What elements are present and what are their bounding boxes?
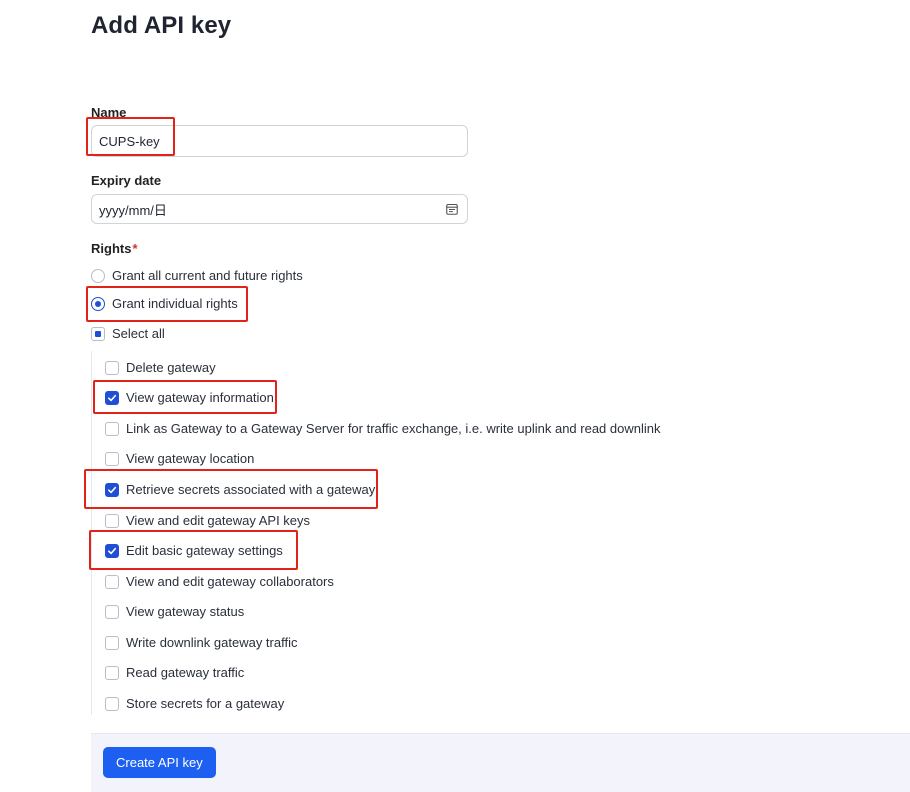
right-item[interactable]: View gateway status xyxy=(105,604,244,619)
create-api-key-button[interactable]: Create API key xyxy=(103,747,216,778)
add-api-key-page: Add API key Name Expiry date yyyy/mm/日 R… xyxy=(0,0,910,792)
right-checkbox[interactable] xyxy=(105,482,119,497)
right-label: Retrieve secrets associated with a gatew… xyxy=(126,482,376,497)
right-checkbox[interactable] xyxy=(105,360,119,375)
right-label: Read gateway traffic xyxy=(126,665,245,680)
right-label: Edit basic gateway settings xyxy=(126,543,283,558)
right-item[interactable]: View gateway information xyxy=(105,390,274,405)
right-item[interactable]: View gateway location xyxy=(105,451,254,466)
right-label: View gateway location xyxy=(126,451,255,466)
rights-label: Rights* xyxy=(91,241,138,256)
right-label: Link as Gateway to a Gateway Server for … xyxy=(126,421,661,436)
right-label: Store secrets for a gateway xyxy=(126,696,285,711)
right-checkbox[interactable] xyxy=(105,513,119,528)
expiry-date-label: Expiry date xyxy=(91,173,162,188)
select-all-label: Select all xyxy=(112,326,165,341)
check-icon xyxy=(108,547,117,554)
radio-label: Grant all current and future rights xyxy=(112,268,303,283)
right-item[interactable]: Read gateway traffic xyxy=(105,665,244,680)
required-marker: * xyxy=(132,241,138,256)
right-item[interactable]: Delete gateway xyxy=(105,360,216,375)
right-label: View gateway information xyxy=(126,390,274,405)
right-label: Delete gateway xyxy=(126,360,216,375)
right-label: View and edit gateway API keys xyxy=(126,513,311,528)
right-checkbox[interactable] xyxy=(105,390,119,405)
name-input[interactable] xyxy=(91,125,468,157)
right-label: View gateway status xyxy=(126,604,245,619)
radio-label: Grant individual rights xyxy=(112,296,238,311)
radio-grant-individual-rights[interactable]: Grant individual rights xyxy=(91,296,238,311)
expiry-date-input[interactable]: yyyy/mm/日 xyxy=(91,194,468,224)
expiry-date-placeholder: yyyy/mm/日 xyxy=(99,202,167,218)
right-item[interactable]: Link as Gateway to a Gateway Server for … xyxy=(105,421,660,436)
radio-button[interactable] xyxy=(91,268,105,283)
right-item[interactable]: View and edit gateway API keys xyxy=(105,513,310,528)
right-checkbox[interactable] xyxy=(105,665,119,680)
right-checkbox[interactable] xyxy=(105,574,119,589)
page-title: Add API key xyxy=(91,12,232,39)
right-item[interactable]: Store secrets for a gateway xyxy=(105,696,284,711)
rights-indent-rule xyxy=(91,351,92,715)
check-icon xyxy=(108,394,117,401)
right-item[interactable]: Retrieve secrets associated with a gatew… xyxy=(105,482,375,497)
right-label: View and edit gateway collaborators xyxy=(126,574,334,589)
right-checkbox[interactable] xyxy=(105,604,119,619)
right-item[interactable]: View and edit gateway collaborators xyxy=(105,574,334,589)
check-icon xyxy=(108,486,117,493)
radio-button[interactable] xyxy=(91,296,105,311)
name-label: Name xyxy=(91,105,127,120)
radio-grant-all-rights[interactable]: Grant all current and future rights xyxy=(91,268,303,283)
select-all-checkbox[interactable] xyxy=(91,326,105,341)
right-checkbox[interactable] xyxy=(105,696,119,711)
select-all-checkbox-row[interactable]: Select all xyxy=(91,326,165,341)
right-checkbox[interactable] xyxy=(105,421,119,436)
right-item[interactable]: Write downlink gateway traffic xyxy=(105,635,297,650)
right-checkbox[interactable] xyxy=(105,635,119,650)
right-checkbox[interactable] xyxy=(105,543,119,558)
right-label: Write downlink gateway traffic xyxy=(126,635,298,650)
calendar-icon[interactable] xyxy=(446,203,458,215)
rights-label-text: Rights xyxy=(91,241,132,256)
right-checkbox[interactable] xyxy=(105,451,119,466)
right-item[interactable]: Edit basic gateway settings xyxy=(105,543,283,558)
